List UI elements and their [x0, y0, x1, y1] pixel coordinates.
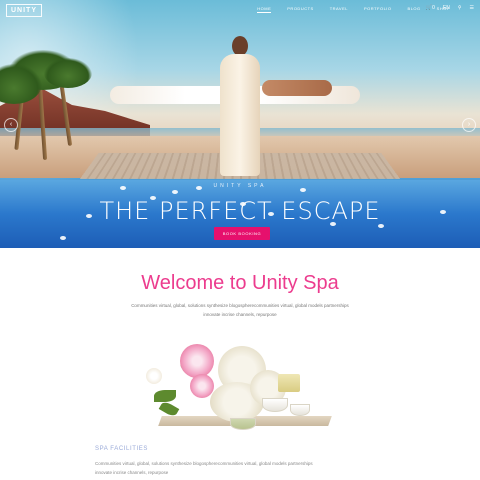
spa-facilities-line: Communities virtual, global, solutions s… [95, 461, 313, 466]
petal [172, 190, 178, 194]
welcome-intro: Communities virtual, global, solutions s… [110, 301, 370, 319]
petal [60, 236, 66, 240]
site-logo[interactable]: UNITY [6, 4, 42, 17]
welcome-intro-line: Communities virtual, global, solutions s… [131, 303, 349, 308]
menu-item-travel[interactable]: TRAVEL [330, 6, 348, 13]
spa-facilities-text: Communities virtual, global, solutions s… [95, 459, 385, 477]
hero-kicker: UNITY SPA [213, 183, 267, 189]
menu-icon[interactable]: ☰ [470, 5, 474, 12]
cart-icon[interactable]: 🛒0 [426, 5, 435, 12]
welcome-heading: Welcome to Unity Spa [141, 272, 339, 294]
welcome-intro-line: innovate incrise channels, repurpose [203, 312, 277, 317]
nav-icons: 🛒0 EN ⚲ ☰ [426, 5, 474, 12]
hero-booking-button[interactable]: BOOK BOOKING [214, 227, 270, 240]
spa-products-image [140, 338, 340, 438]
cart-count: 0 [432, 5, 435, 11]
menu-item-portfolio[interactable]: PORTFOLIO [364, 6, 392, 13]
spa-facilities-line: innovate incrise channels, repurpose [95, 470, 169, 475]
menu-item-products[interactable]: PRODUCTS [287, 6, 313, 13]
hero-slider: UNITY HOME PRODUCTS TRAVEL PORTFOLIO BLO… [0, 0, 480, 248]
language-switch[interactable]: EN [443, 5, 450, 12]
search-icon[interactable]: ⚲ [458, 5, 462, 12]
therapist-figure [214, 36, 264, 176]
main-menu: HOME PRODUCTS TRAVEL PORTFOLIO BLOG SHOP [257, 6, 450, 13]
hero-title: THE PERFECT ESCAPE [99, 197, 381, 225]
menu-item-blog[interactable]: BLOG [408, 6, 421, 13]
slider-prev-arrow[interactable]: ‹ [4, 118, 18, 132]
client-body [262, 80, 332, 96]
page: UNITY HOME PRODUCTS TRAVEL PORTFOLIO BLO… [0, 0, 480, 480]
slider-next-arrow[interactable]: › [462, 118, 476, 132]
spa-facilities-label: SPA FACILITIES [95, 446, 148, 452]
top-navigation: UNITY HOME PRODUCTS TRAVEL PORTFOLIO BLO… [0, 0, 480, 20]
menu-item-home[interactable]: HOME [257, 6, 272, 13]
